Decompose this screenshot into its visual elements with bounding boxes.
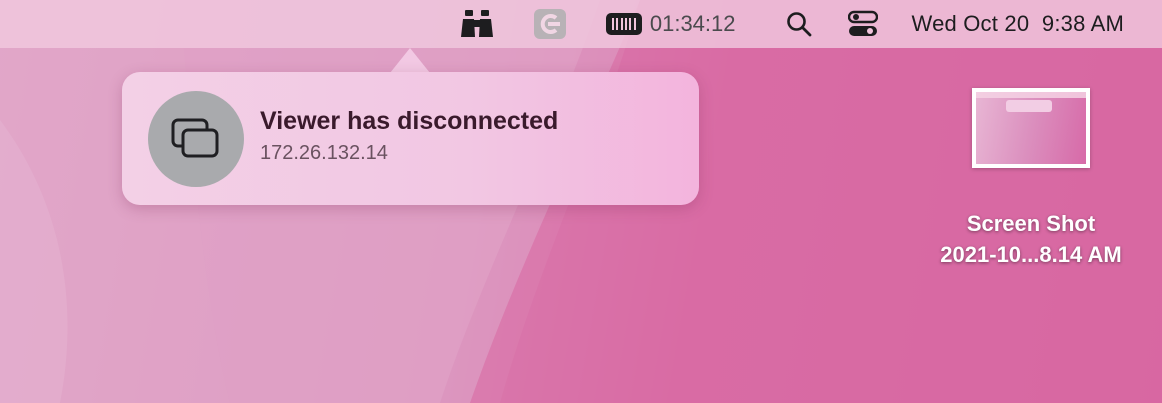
screenshot-thumbnail-icon[interactable] bbox=[972, 88, 1090, 168]
battery-icon bbox=[605, 13, 642, 35]
search-icon[interactable] bbox=[786, 0, 812, 48]
desktop-file-label[interactable]: Screen Shot 2021-10...8.14 AM bbox=[920, 208, 1142, 270]
file-name-line1: Screen Shot bbox=[966, 211, 1096, 236]
notification-subtitle: 172.26.132.14 bbox=[260, 142, 388, 164]
notification-pointer bbox=[390, 48, 430, 73]
notification-title: Viewer has disconnected bbox=[260, 107, 559, 135]
c-app-icon[interactable] bbox=[533, 0, 566, 48]
menu-bar-clock[interactable]: Wed Oct 20 9:38 AM bbox=[912, 0, 1125, 48]
notification-banner[interactable]: Viewer has disconnected 172.26.132.14 bbox=[122, 72, 699, 205]
menu-bar: 01:34:12 Wed Oct 20 9:38 AM bbox=[0, 0, 1162, 48]
file-name-line2: 2021-10...8.14 AM bbox=[940, 242, 1122, 267]
desktop-file-screenshot[interactable]: Screen Shot 2021-10...8.14 AM bbox=[920, 88, 1142, 270]
battery-time-remaining: 01:34:12 bbox=[649, 11, 736, 36]
binoculars-icon[interactable] bbox=[460, 0, 494, 48]
control-center-icon[interactable] bbox=[847, 0, 878, 48]
screens-icon bbox=[148, 91, 244, 187]
battery-status[interactable]: 01:34:12 bbox=[605, 0, 736, 48]
